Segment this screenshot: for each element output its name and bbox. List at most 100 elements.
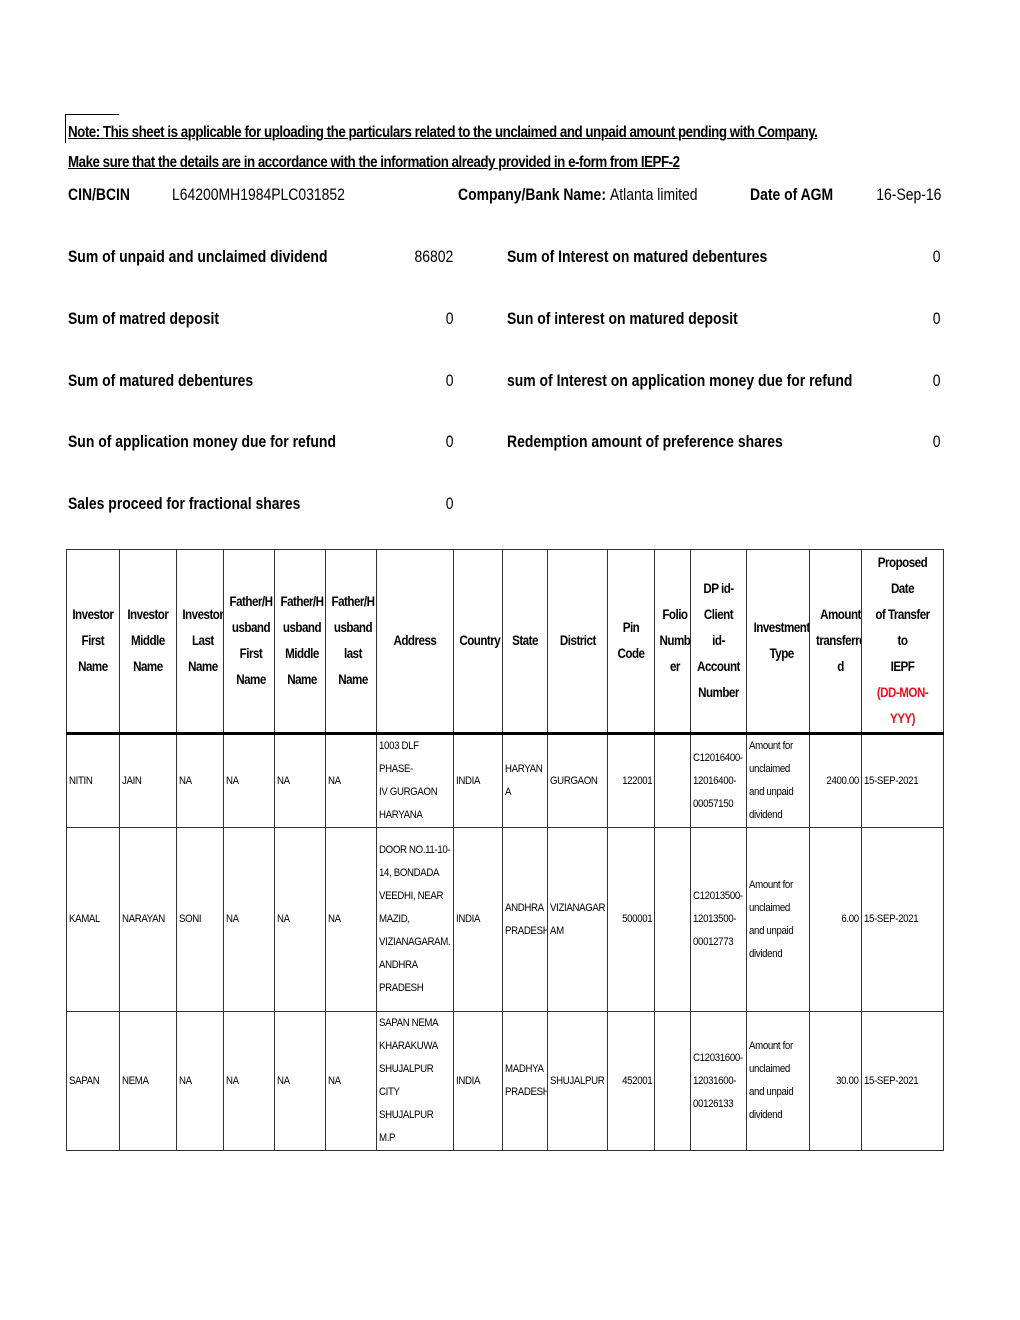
investor-table: Investor First Name Investor Middle Name… <box>66 549 944 1151</box>
cell-address: DOOR NO.11-10- 14, BONDADA VEEDHI, NEAR … <box>376 827 454 1012</box>
investor-first-name-text: SAPAN <box>69 1074 100 1087</box>
cell-father-last-name: NA <box>325 827 377 1012</box>
cell-folio-number <box>654 733 691 828</box>
address-text: 1003 DLF PHASE- IV GURGAON HARYANA <box>379 740 438 821</box>
header-state: State <box>502 549 548 734</box>
cell-investment-type: Amount for unclaimed and unpaid dividend <box>746 827 810 1012</box>
cell-investor-last-name: SONI <box>176 827 224 1012</box>
investor-last-name-text: SONI <box>179 913 202 925</box>
cell-district: VIZIANAGAR AM <box>547 827 608 1012</box>
note-line-1: Note: This sheet is applicable for uploa… <box>68 124 818 141</box>
redemption-preference-value: 0 <box>932 432 940 451</box>
header-father-first-name: Father/H usband First Name <box>223 549 275 734</box>
table-header-row: Investor First Name Investor Middle Name… <box>66 549 944 734</box>
header-folio-number: Folio Numb er <box>654 549 691 734</box>
date-format-hint: (DD-MON-YYY) <box>876 685 929 726</box>
investor-first-name-text: NITIN <box>69 774 93 787</box>
cell-father-first-name: NA <box>223 827 275 1012</box>
father-last-name-text: NA <box>328 913 341 925</box>
sum-matured-deposit-value: 0 <box>445 309 453 328</box>
district-text: SHUJALPUR <box>550 1074 605 1087</box>
cell-investor-last-name: NA <box>176 1011 224 1151</box>
sum-application-money-label: Sun of application money due for refund <box>68 432 336 451</box>
pin-code-text: 452001 <box>621 1074 653 1087</box>
address-text: DOOR NO.11-10- 14, BONDADA VEEDHI, NEAR … <box>379 844 451 994</box>
cell-amount-transferred: 30.00 <box>809 1011 862 1151</box>
sales-fractional-shares-label: Sales proceed for fractional shares <box>68 494 301 513</box>
header-pin-code: Pin Code <box>607 549 655 734</box>
cell-dp-client-id: C12016400- 12016400- 00057150 <box>690 733 747 828</box>
cell-district: GURGAON <box>547 733 608 828</box>
cell-investor-middle-name: NEMA <box>119 1011 177 1151</box>
header-father-last-name: Father/H usband last Name <box>325 549 377 734</box>
cell-country: INDIA <box>453 1011 503 1151</box>
cell-father-last-name: NA <box>325 1011 377 1151</box>
proposed-date-text: 15-SEP-2021 <box>864 913 919 925</box>
cell-investor-middle-name: JAIN <box>119 733 177 828</box>
pin-code-text: 122001 <box>621 774 653 787</box>
cell-state: ANDHRA PRADESH <box>502 827 548 1012</box>
investor-last-name-text: NA <box>179 774 192 787</box>
header-investor-middle-name: Investor Middle Name <box>119 549 177 734</box>
table-row: SAPAN NEMA NA NA NA NA SAPAN NEMA KHARAKUWA SH… <box>66 1011 944 1151</box>
cell-address: 1003 DLF PHASE- IV GURGAON HARYANA <box>376 733 454 828</box>
state-text: ANDHRA PRADESH <box>505 901 548 937</box>
dp-client-id-text: C12016400- 12016400- 00057150 <box>693 751 743 810</box>
header-father-middle-name: Father/H usband Middle Name <box>274 549 326 734</box>
cell-amount-transferred: 6.00 <box>809 827 862 1012</box>
cell-country: INDIA <box>453 733 503 828</box>
cell-investor-middle-name: NARAYAN <box>119 827 177 1012</box>
proposed-date-text: 15-SEP-2021 <box>864 774 919 787</box>
header-address: Address <box>376 549 454 734</box>
header-investor-last-name: Investor Last Name <box>176 549 224 734</box>
district-text: GURGAON <box>550 774 598 787</box>
investment-type-text: Amount for unclaimed and unpaid dividend <box>749 878 794 960</box>
cell-address: SAPAN NEMA KHARAKUWA SHUJALPUR CITY SHUJ… <box>376 1011 454 1151</box>
cell-investment-type: Amount for unclaimed and unpaid dividend <box>746 1011 810 1151</box>
header-investor-first-name: Investor First Name <box>66 549 120 734</box>
cin-label: CIN/BCIN <box>68 185 130 204</box>
investment-type-text: Amount for unclaimed and unpaid dividend <box>749 1040 794 1121</box>
header-country: Country <box>453 549 503 734</box>
cin-value: L64200MH1984PLC031852 <box>172 185 345 204</box>
father-middle-name-text: NA <box>277 774 290 787</box>
cell-amount-transferred: 2400.00 <box>809 733 862 828</box>
amount-transferred-text: 6.00 <box>841 913 860 925</box>
header-investment-type: Investment Type <box>746 549 810 734</box>
cell-investor-first-name: KAMAL <box>66 827 120 1012</box>
sum-matured-debentures-value: 0 <box>445 371 453 390</box>
sum-unpaid-dividend-label: Sum of unpaid and unclaimed dividend <box>68 247 328 266</box>
header-amount-transferred: Amount transferre d <box>809 549 862 734</box>
cell-investor-first-name: NITIN <box>66 733 120 828</box>
investor-first-name-text: KAMAL <box>69 913 101 925</box>
cell-father-middle-name: NA <box>274 827 326 1012</box>
district-text: VIZIANAGAR AM <box>550 901 606 937</box>
cell-father-first-name: NA <box>223 1011 275 1151</box>
sum-interest-application-label: sum of Interest on application money due… <box>507 371 853 390</box>
sales-fractional-shares-value: 0 <box>445 494 453 513</box>
investment-type-text: Amount for unclaimed and unpaid dividend <box>749 740 794 821</box>
company-name-value: Atlanta limited <box>610 185 698 204</box>
sum-interest-debentures-label: Sum of Interest on matured debentures <box>507 247 768 266</box>
pin-code-text: 500001 <box>621 913 653 925</box>
state-text: MADHYA PRADESH <box>505 1063 548 1098</box>
sum-interest-debentures-value: 0 <box>932 247 940 266</box>
cell-father-middle-name: NA <box>274 733 326 828</box>
cell-father-last-name: NA <box>325 733 377 828</box>
country-text: INDIA <box>456 913 481 925</box>
country-text: INDIA <box>456 774 481 787</box>
cell-dp-client-id: C12013500- 12013500- 00012773 <box>690 827 747 1012</box>
note-line-2: Make sure that the details are in accord… <box>68 154 680 171</box>
father-first-name-text: NA <box>226 774 239 787</box>
cell-state: HARYAN A <box>502 733 548 828</box>
address-text: SAPAN NEMA KHARAKUWA SHUJALPUR CITY SHUJ… <box>379 1017 439 1144</box>
sum-matured-deposit-label: Sum of matred deposit <box>68 309 220 328</box>
father-first-name-text: NA <box>226 913 239 925</box>
dp-client-id-text: C12013500- 12013500- 00012773 <box>693 890 743 948</box>
investor-middle-name-text: NARAYAN <box>122 913 165 925</box>
sum-interest-application-value: 0 <box>932 371 940 390</box>
sum-application-money-value: 0 <box>445 432 453 451</box>
state-text: HARYAN A <box>505 763 543 798</box>
investor-middle-name-text: NEMA <box>122 1074 149 1087</box>
country-text: INDIA <box>456 1074 481 1087</box>
